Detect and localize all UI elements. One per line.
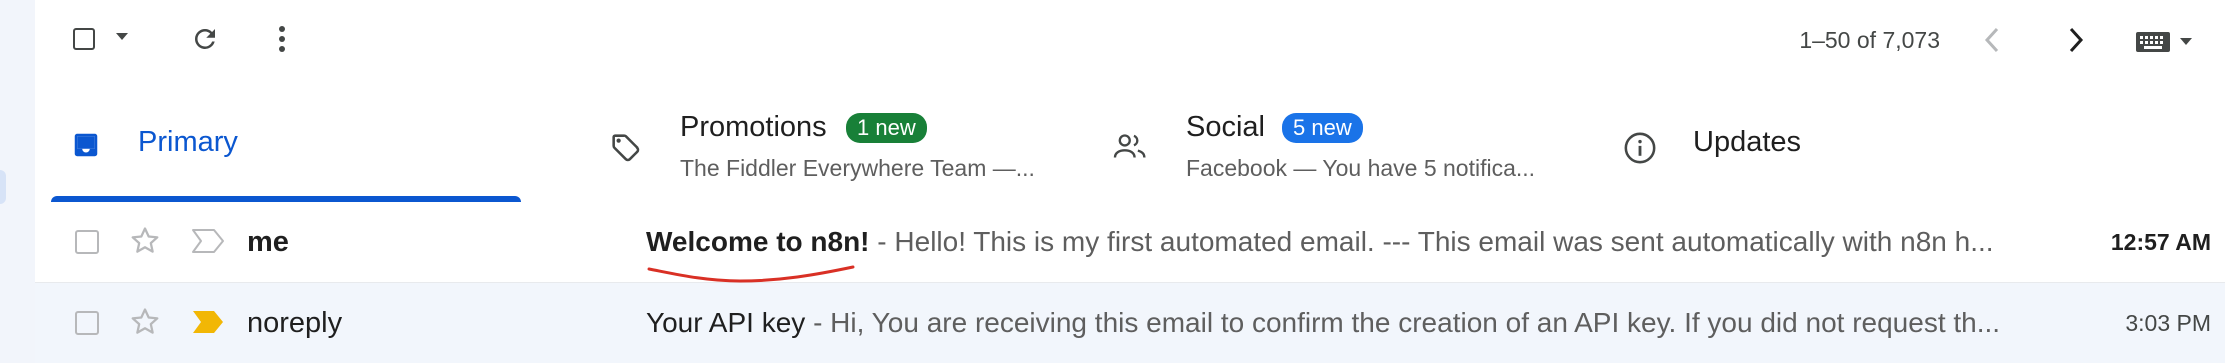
caret-down-icon bbox=[116, 33, 128, 40]
more-vert-icon bbox=[279, 26, 285, 52]
red-underline-annotation bbox=[647, 265, 855, 283]
newer-button[interactable] bbox=[1983, 26, 2001, 54]
email-row[interactable]: noreply Your API key - Hi, You are recei… bbox=[35, 283, 2225, 363]
social-new-badge: 5 new bbox=[1282, 113, 1363, 143]
pagination-text: 1–50 of 7,073 bbox=[1799, 27, 1940, 53]
input-tools-button[interactable] bbox=[2135, 31, 2193, 53]
email-snippet: - Hello! This is my first automated emai… bbox=[869, 226, 1994, 257]
people-icon bbox=[1113, 134, 1146, 158]
email-sender: noreply bbox=[247, 307, 343, 339]
row-checkbox[interactable] bbox=[75, 311, 99, 335]
tab-primary-label: Primary bbox=[138, 126, 238, 158]
more-options-button[interactable] bbox=[275, 24, 289, 54]
chevron-right-icon bbox=[2069, 27, 2084, 53]
caret-down-icon bbox=[2180, 38, 2192, 45]
select-menu-button[interactable] bbox=[115, 32, 129, 42]
email-snippet: - Hi, You are receiving this email to co… bbox=[805, 307, 2001, 338]
tab-updates[interactable]: Updates bbox=[1575, 86, 2055, 202]
star-icon[interactable] bbox=[128, 224, 162, 258]
left-panel-edge bbox=[0, 170, 6, 204]
tab-social-label: Social bbox=[1186, 111, 1265, 143]
tab-updates-label: Updates bbox=[1693, 126, 1802, 158]
tab-social[interactable]: Social 5 new Facebook — You have 5 notif… bbox=[1075, 86, 1575, 202]
tab-promotions[interactable]: Promotions 1 new The Fiddler Everywhere … bbox=[570, 86, 1070, 202]
email-subject-line: Your API key - Hi, You are receiving thi… bbox=[646, 307, 2046, 339]
select-all-checkbox[interactable] bbox=[73, 28, 95, 50]
tab-social-subtitle: Facebook — You have 5 notifica... bbox=[1186, 155, 1536, 181]
row-checkbox[interactable] bbox=[75, 230, 99, 254]
inbox-panel: 1–50 of 7,073 Primary Promotions 1 new T… bbox=[35, 0, 2225, 363]
keyboard-icon bbox=[2136, 32, 2170, 52]
star-icon[interactable] bbox=[128, 305, 162, 339]
older-button[interactable] bbox=[2067, 26, 2085, 54]
tab-promotions-subtitle: The Fiddler Everywhere Team —... bbox=[680, 155, 1035, 181]
tab-promotions-label: Promotions bbox=[680, 111, 827, 143]
refresh-icon bbox=[195, 28, 215, 49]
inbox-toolbar: 1–50 of 7,073 bbox=[35, 0, 2225, 86]
important-marker-icon[interactable] bbox=[190, 227, 226, 255]
email-subject-line: Welcome to n8n! - Hello! This is my firs… bbox=[646, 226, 2046, 258]
info-icon bbox=[1624, 132, 1656, 164]
email-sender: me bbox=[247, 226, 289, 258]
tab-primary[interactable]: Primary bbox=[35, 86, 555, 202]
email-time: 3:03 PM bbox=[2125, 310, 2211, 336]
tag-icon bbox=[612, 134, 640, 162]
promotions-new-badge: 1 new bbox=[846, 113, 927, 143]
refresh-button[interactable] bbox=[190, 24, 220, 54]
email-row[interactable]: me Welcome to n8n! - Hello! This is my f… bbox=[35, 202, 2225, 283]
category-tabs: Primary Promotions 1 new The Fiddler Eve… bbox=[35, 86, 2225, 203]
email-subject: Your API key bbox=[646, 307, 806, 338]
email-time: 12:57 AM bbox=[2110, 229, 2211, 255]
checkbox-icon bbox=[73, 28, 95, 50]
important-marker-icon[interactable] bbox=[190, 308, 226, 336]
chevron-left-icon bbox=[1984, 27, 1999, 53]
email-subject: Welcome to n8n! bbox=[646, 226, 870, 257]
inbox-icon bbox=[74, 133, 98, 157]
